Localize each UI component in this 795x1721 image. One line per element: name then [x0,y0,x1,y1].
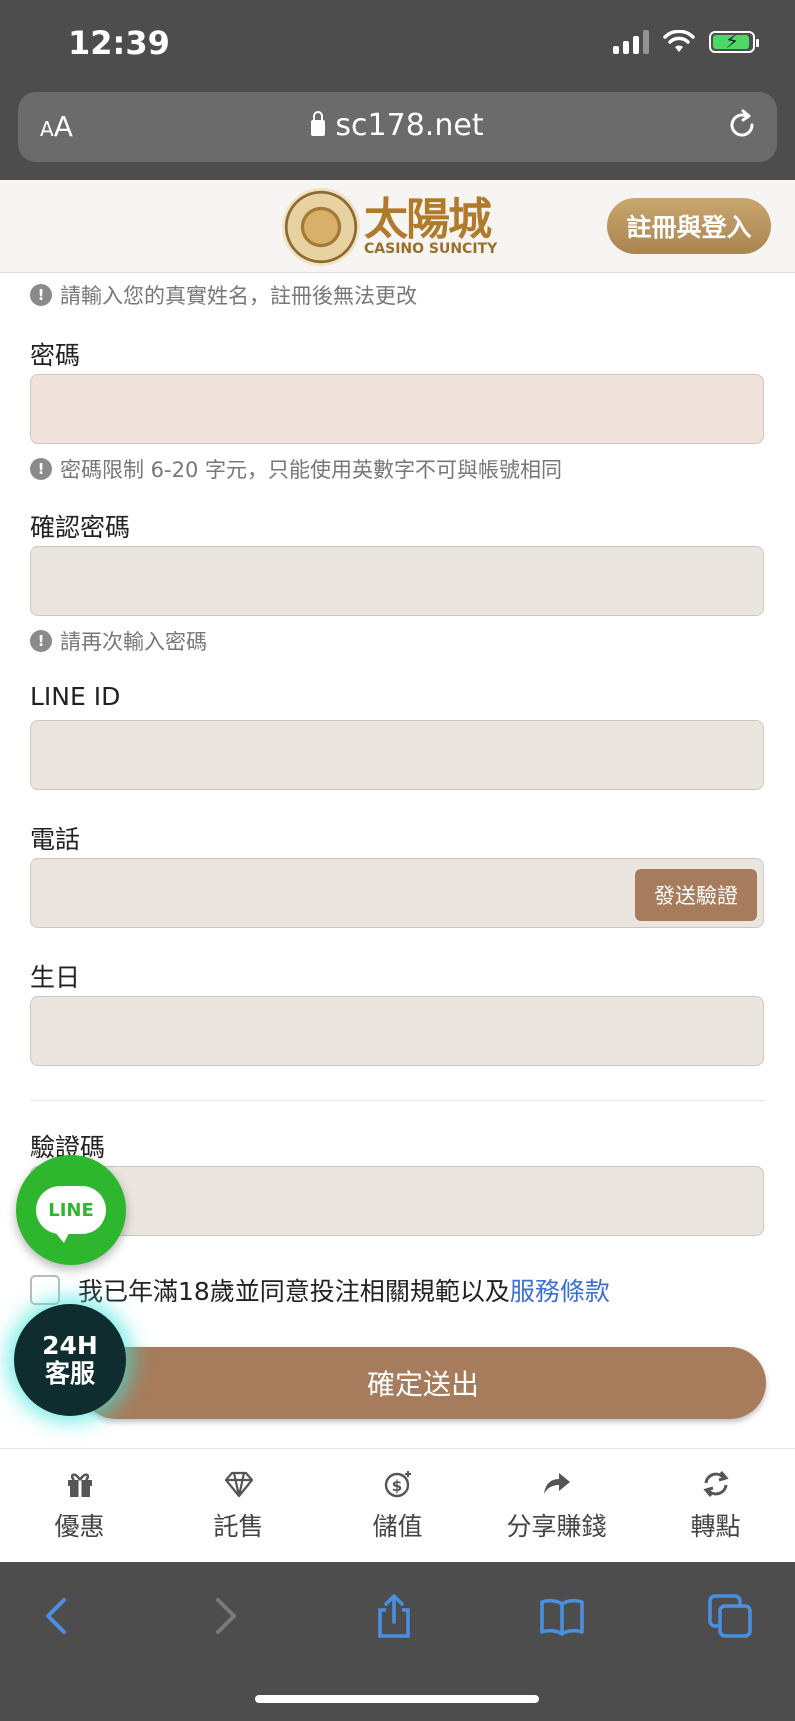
confirm-password-label: 確認密碼 [30,513,131,542]
url-display[interactable]: sc178.net [18,108,777,143]
confirm-password-input[interactable] [30,546,764,616]
reload-icon[interactable] [725,108,759,142]
agree-text: 我已年滿18歲並同意投注相關規範以及 [78,1277,510,1306]
captcha-input[interactable] [30,1166,764,1236]
birthday-input[interactable] [30,996,764,1066]
phone-input[interactable]: 發送驗證 [30,858,764,928]
forward-icon[interactable] [200,1592,248,1640]
diamond-icon [224,1471,253,1498]
site-bottom-nav: 優惠 託售 $ 儲值 分享賺錢 轉點 [0,1448,795,1563]
cellular-signal-icon [613,30,649,54]
status-time: 12:39 [68,24,170,62]
line-chat-button[interactable]: LINE [16,1155,126,1265]
logo-chinese: 太陽城 [364,194,492,245]
sun-emblem-icon [282,188,360,266]
password-hint: ! 密碼限制 6-20 字元，只能使用英數字不可與帳號相同 [30,454,562,484]
register-login-button[interactable]: 註冊與登入 [607,198,771,254]
birthday-label: 生日 [30,963,81,992]
info-icon: ! [30,630,52,652]
battery-icon: ⚡ [709,29,759,53]
gift-icon [67,1473,92,1497]
dollar-coin-icon: $ [384,1471,411,1498]
terms-link[interactable]: 服務條款 [510,1272,610,1308]
agree-checkbox[interactable] [30,1275,60,1305]
share-icon[interactable] [370,1592,418,1640]
send-verification-button[interactable]: 發送驗證 [635,869,757,921]
status-icons: ⚡ [613,29,759,54]
nav-promotions[interactable]: 優惠 [0,1449,159,1563]
cs-line1: 24H [42,1331,98,1360]
password-input[interactable] [30,374,764,444]
info-icon: ! [30,284,52,306]
address-bar[interactable]: AA sc178.net [18,92,777,162]
logo-english: CASINO SUNCITY [364,241,498,257]
suncity-logo[interactable]: 太陽城 CASINO SUNCITY [282,184,512,270]
cs-line2: 客服 [44,1359,95,1388]
line-id-label: LINE ID [30,682,121,711]
wifi-icon [663,30,695,52]
lock-icon [311,111,326,136]
browser-top-chrome: 12:39 ⚡ AA sc178.net [0,0,795,180]
svg-text:$: $ [391,1477,401,1495]
home-indicator [255,1695,539,1703]
bookmarks-icon[interactable] [538,1592,586,1640]
password-label: 密碼 [30,341,81,370]
nav-transfer-points[interactable]: 轉點 [636,1449,795,1563]
info-icon: ! [30,458,52,480]
share-arrow-icon [543,1473,570,1494]
line-id-input[interactable] [30,720,764,790]
name-hint: ! 請輸入您的真實姓名，註冊後無法更改 [30,280,417,310]
confirm-password-hint: ! 請再次輸入密碼 [30,626,207,656]
nav-share-earn[interactable]: 分享賺錢 [477,1449,636,1563]
back-icon[interactable] [34,1592,82,1640]
url-text: sc178.net [335,108,484,143]
exchange-icon [702,1471,729,1497]
nav-deposit[interactable]: $ 儲值 [318,1449,477,1563]
customer-service-button[interactable]: 24H 客服 [14,1304,126,1416]
age-terms-agreement: 我已年滿18歲並同意投注相關規範以及 服務條款 [30,1272,610,1308]
tabs-icon[interactable] [706,1592,754,1640]
line-logo-icon: LINE [36,1186,106,1243]
submit-button[interactable]: 確定送出 [80,1347,766,1419]
phone-label: 電話 [30,825,81,854]
nav-consign[interactable]: 託售 [159,1449,318,1563]
section-divider [30,1100,764,1101]
site-header: 太陽城 CASINO SUNCITY 註冊與登入 [0,180,795,273]
